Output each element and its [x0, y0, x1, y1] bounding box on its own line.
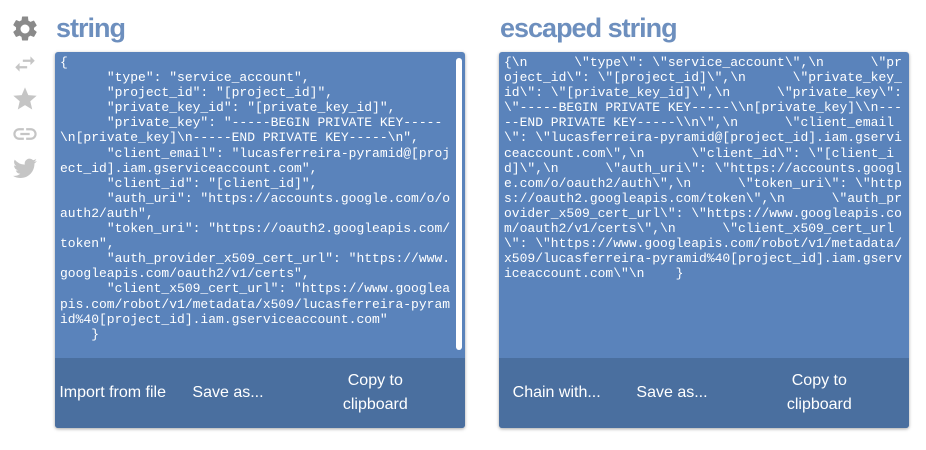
input-editor[interactable]: { "type": "service_account", "project_id…: [55, 52, 465, 358]
output-box: {\n \"type\": \"service_account\",\n \"p…: [499, 52, 909, 428]
output-text[interactable]: {\n \"type\": \"service_account\",\n \"p…: [504, 55, 903, 281]
output-action-bar: Chain with... Save as... Copy to clipboa…: [499, 358, 909, 428]
output-panel: escaped string {\n \"type\": \"service_a…: [499, 0, 909, 428]
copy-to-clipboard-button[interactable]: Copy to clipboard: [286, 369, 465, 417]
output-copy-to-clipboard-button[interactable]: Copy to clipboard: [730, 369, 909, 417]
input-text[interactable]: { "type": "service_account", "project_id…: [60, 55, 451, 342]
import-from-file-button[interactable]: Import from file: [55, 381, 170, 405]
swap-icon[interactable]: [8, 47, 42, 81]
gear-icon[interactable]: [8, 12, 42, 46]
page: string { "type": "service_account", "pro…: [0, 0, 926, 450]
input-panel: string { "type": "service_account", "pro…: [55, 0, 465, 428]
output-editor[interactable]: {\n \"type\": \"service_account\",\n \"p…: [499, 52, 909, 358]
save-as-button[interactable]: Save as...: [170, 381, 285, 405]
link-icon[interactable]: [8, 117, 42, 151]
icon-rail: [8, 12, 44, 187]
output-panel-title: escaped string: [500, 13, 678, 43]
star-icon[interactable]: [8, 82, 42, 116]
input-action-bar: Import from file Save as... Copy to clip…: [55, 358, 465, 428]
twitter-icon[interactable]: [8, 152, 42, 186]
output-save-as-button[interactable]: Save as...: [614, 381, 729, 405]
input-panel-title: string: [56, 13, 126, 43]
chain-with-button[interactable]: Chain with...: [499, 381, 614, 405]
input-scrollbar[interactable]: [456, 58, 462, 350]
input-box: { "type": "service_account", "project_id…: [55, 52, 465, 428]
